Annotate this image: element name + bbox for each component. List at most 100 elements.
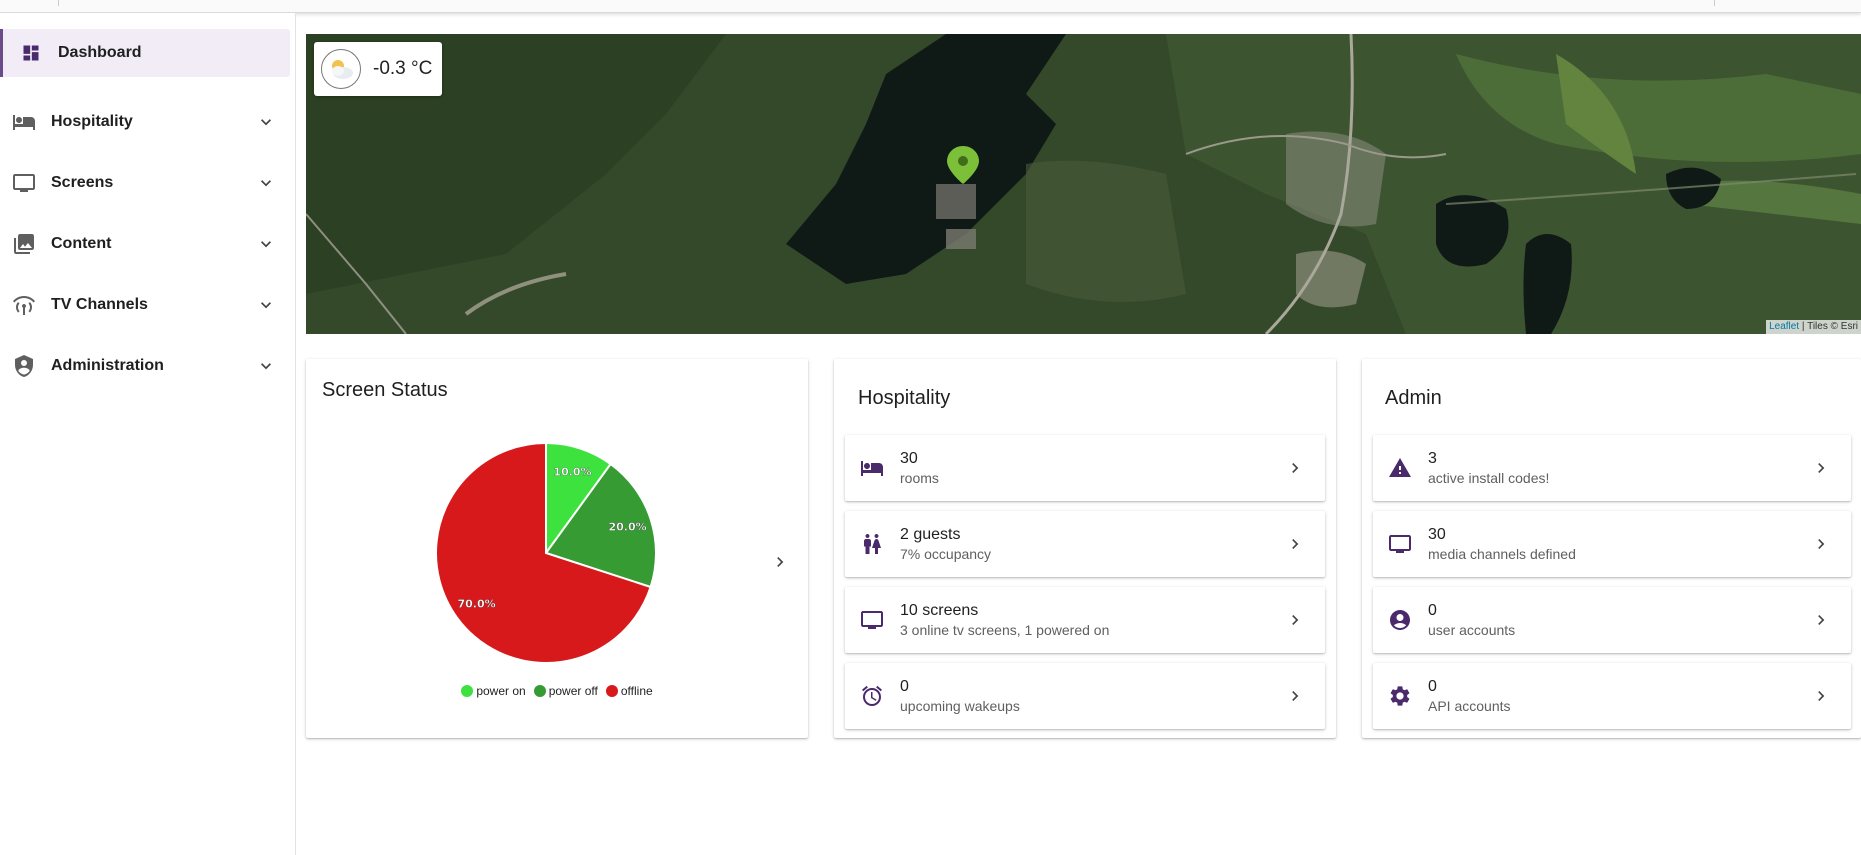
legend-swatch [605,685,618,697]
weather-temperature: -0.3 °C [373,58,433,79]
sidebar-item-administration[interactable]: Administration [0,342,290,390]
sidebar-item-label: Content [51,235,112,252]
top-bar-divider-left [58,0,59,6]
legend-swatch [461,685,474,697]
tiles-attribution: | Tiles © Esri [1801,321,1858,332]
guests-item[interactable]: 2 guests 7% occupancy [845,511,1325,577]
list-item-secondary: API accounts [1428,698,1511,714]
screen-status-card: Screen Status 10.0% 20.0% 70.0% power on p… [306,359,808,738]
list-item-text: 0 user accounts [1428,601,1811,639]
screen-status-pie-chart: 10.0% 20.0% 70.0% [435,441,657,664]
chevron-right-icon [1285,610,1305,630]
list-item-primary: 0 [1428,602,1437,619]
card-title: Hospitality [858,387,951,409]
admin-card: Admin 3 active install codes! 30 media c… [1362,359,1861,738]
chevron-right-icon [1285,686,1305,706]
list-item-primary: 2 guests [900,526,961,543]
sidebar-item-label: Screens [51,174,114,191]
bed-icon [11,109,37,135]
legend-label: power on [476,684,526,698]
api-accounts-item[interactable]: 0 API accounts [1373,663,1851,729]
list-item-text: 0 API accounts [1428,677,1811,715]
list-item-text: 30 rooms [900,449,1285,487]
list-item-text: 0 upcoming wakeups [900,677,1285,715]
wakeups-item[interactable]: 0 upcoming wakeups [845,663,1325,729]
pie-data-label: 10.0% [553,465,591,478]
list-item-text: 3 active install codes! [1428,449,1811,487]
chevron-right-icon[interactable] [770,552,790,577]
list-item-primary: 0 [1428,678,1437,695]
pie-data-label: 70.0% [458,597,496,610]
chevron-down-icon[interactable] [256,234,276,254]
sidebar-item-label: Dashboard [58,44,142,61]
sidebar: Dashboard Hospitality Screens Content TV… [0,13,296,855]
monitor-icon [1387,531,1413,557]
photo-library-icon [11,231,37,257]
map-tiles [306,34,1861,334]
sidebar-item-content[interactable]: Content [0,220,290,268]
monitor-icon [859,607,885,633]
sidebar-item-tv-channels[interactable]: TV Channels [0,281,290,329]
list-item-primary: 30 [1428,526,1446,543]
card-title: Admin [1385,387,1442,409]
list-item-text: 2 guests 7% occupancy [900,525,1285,563]
sidebar-item-label: Administration [51,357,164,374]
legend-swatch [533,685,546,697]
rooms-item[interactable]: 30 rooms [845,435,1325,501]
list-item-secondary: 3 online tv screens, 1 powered on [900,622,1110,638]
hospitality-card: Hospitality 30 rooms 2 guests 7% occupan… [834,359,1336,738]
install-codes-item[interactable]: 3 active install codes! [1373,435,1851,501]
alarm-icon [859,683,885,709]
sidebar-item-dashboard[interactable]: Dashboard [0,29,290,77]
chevron-right-icon [1811,534,1831,554]
legend-item-power-off: power off [533,684,598,698]
satellite-map[interactable]: -0.3 °C Leaflet | Tiles © Esri [306,34,1861,334]
chevron-down-icon[interactable] [256,173,276,193]
list-item-secondary: 7% occupancy [900,546,992,562]
partly-cloudy-icon [321,49,361,89]
sidebar-item-hospitality[interactable]: Hospitality [0,98,290,146]
dashboard-icon [18,40,44,66]
chevron-right-icon [1811,610,1831,630]
screens-item[interactable]: 10 screens 3 online tv screens, 1 powere… [845,587,1325,653]
top-app-bar [0,0,1861,13]
chevron-right-icon [1811,458,1831,478]
cog-icon [1387,683,1413,709]
map-attribution: Leaflet | Tiles © Esri [1766,320,1861,334]
list-item-primary: 0 [900,678,909,695]
admin-shield-icon [11,353,37,379]
bed-icon [859,455,885,481]
list-item-primary: 30 [900,450,918,467]
user-accounts-item[interactable]: 0 user accounts [1373,587,1851,653]
account-circle-icon [1387,607,1413,633]
monitor-icon [11,170,37,196]
sidebar-item-screens[interactable]: Screens [0,159,290,207]
broadcast-icon [11,292,37,318]
sidebar-item-label: TV Channels [51,296,148,313]
chevron-right-icon [1285,458,1305,478]
warning-icon [1387,455,1413,481]
list-item-secondary: media channels defined [1428,546,1576,562]
legend-label: power off [548,684,598,698]
leaflet-link[interactable]: Leaflet [1769,321,1799,332]
chevron-down-icon[interactable] [256,295,276,315]
list-item-text: 30 media channels defined [1428,525,1811,563]
weather-widget: -0.3 °C [314,42,442,96]
list-item-secondary: active install codes! [1428,470,1550,486]
legend-label: offline [620,684,653,698]
sidebar-item-label: Hospitality [51,113,133,130]
list-item-primary: 10 screens [900,602,979,619]
chevron-right-icon [1811,686,1831,706]
pie-data-label: 20.0% [609,520,647,533]
chevron-down-icon[interactable] [256,112,276,132]
list-item-primary: 3 [1428,450,1437,467]
people-icon [859,531,885,557]
legend-item-offline: offline [605,684,653,698]
media-channels-item[interactable]: 30 media channels defined [1373,511,1851,577]
list-item-secondary: upcoming wakeups [900,698,1020,714]
list-item-text: 10 screens 3 online tv screens, 1 powere… [900,601,1285,639]
top-bar-divider-right [1714,0,1715,6]
chevron-down-icon[interactable] [256,356,276,376]
legend-item-power-on: power on [461,684,526,698]
chart-legend: power on power off offline [306,684,808,698]
